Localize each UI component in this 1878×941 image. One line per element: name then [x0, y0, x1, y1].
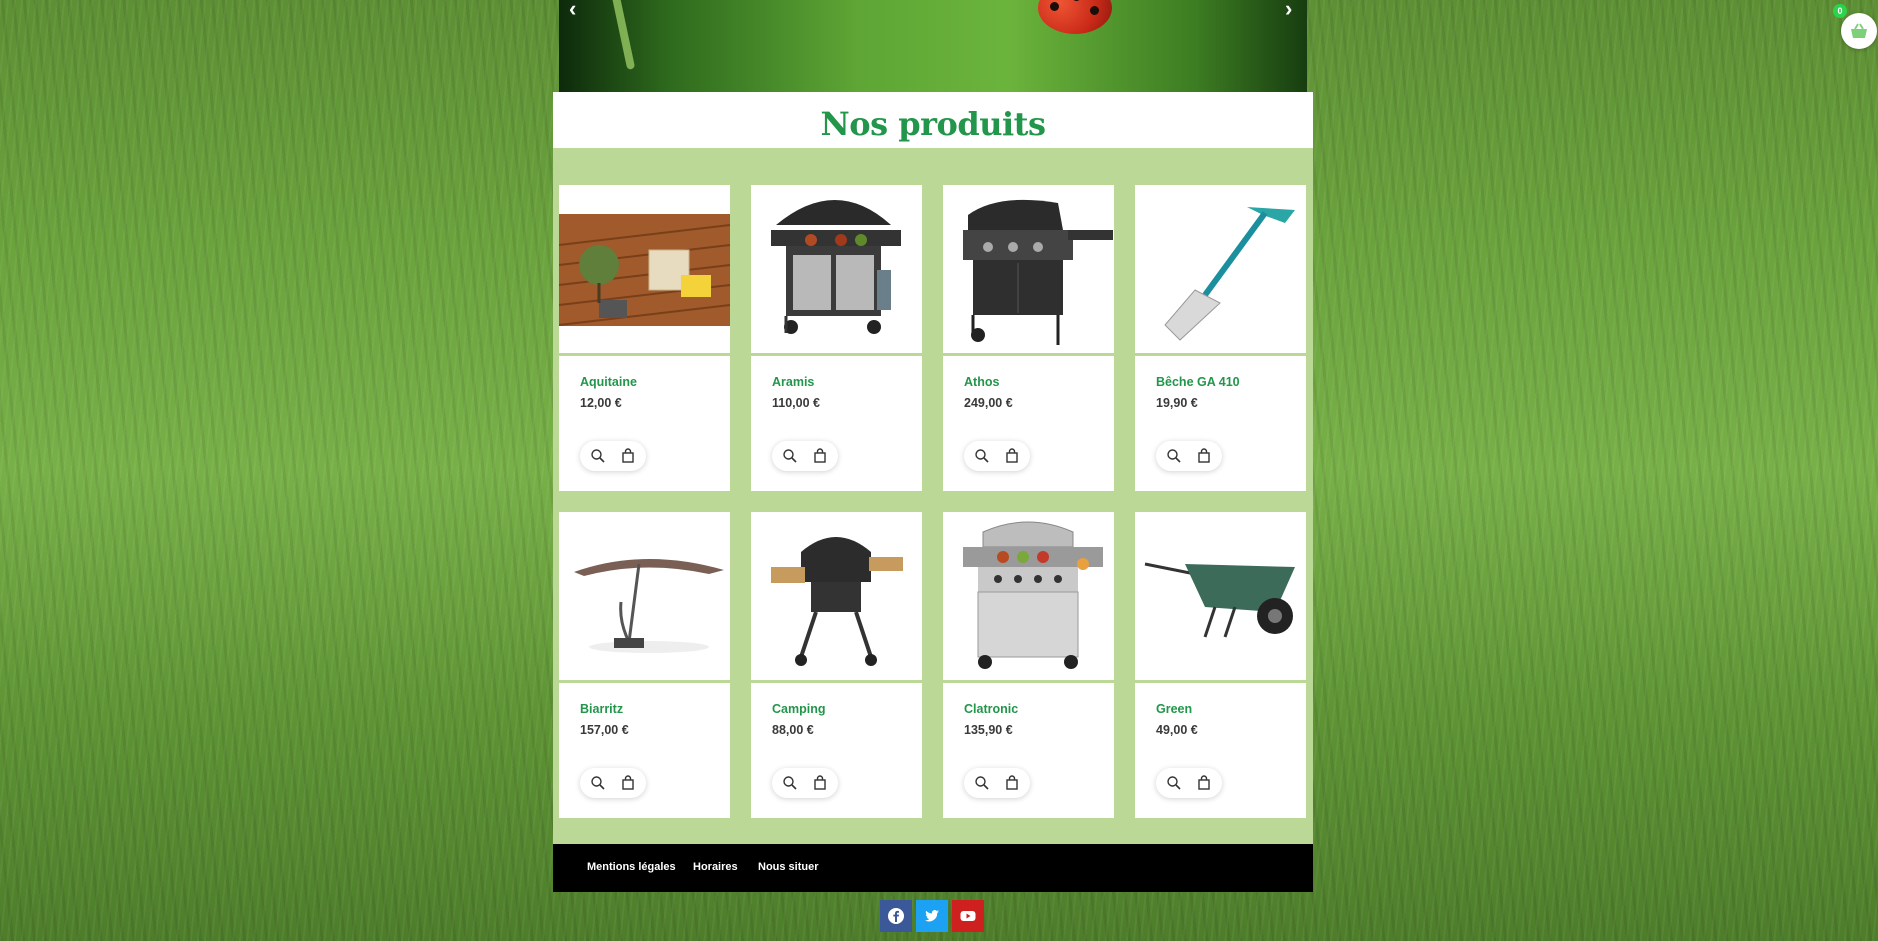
- product-name[interactable]: Aquitaine: [580, 375, 637, 389]
- footer-link-horaires[interactable]: Horaires: [693, 861, 738, 873]
- product-image[interactable]: [751, 185, 922, 353]
- product-image[interactable]: [559, 185, 730, 353]
- product-price: 135,90 €: [964, 723, 1013, 737]
- grass-blade-decoration: [610, 0, 636, 70]
- product-image[interactable]: [1135, 512, 1306, 680]
- product-price: 157,00 €: [580, 723, 629, 737]
- product-name[interactable]: Aramis: [772, 375, 814, 389]
- product-price: 88,00 €: [772, 723, 814, 737]
- slider-next-icon[interactable]: ›: [1285, 0, 1292, 22]
- main-page: ‹ › Nos produits Aquitaine 12,00 € Arami…: [553, 0, 1313, 892]
- product-actions: [772, 441, 838, 471]
- card-divider: [943, 353, 1114, 356]
- product-card-green[interactable]: Green 49,00 €: [1135, 512, 1306, 818]
- product-name[interactable]: Bêche GA 410: [1156, 375, 1240, 389]
- product-name[interactable]: Green: [1156, 702, 1192, 716]
- card-divider: [1135, 680, 1306, 683]
- product-name[interactable]: Athos: [964, 375, 999, 389]
- product-price: 49,00 €: [1156, 723, 1198, 737]
- product-price: 19,90 €: [1156, 396, 1198, 410]
- product-card-biarritz[interactable]: Biarritz 157,00 €: [559, 512, 730, 818]
- product-actions: [964, 768, 1030, 798]
- ladybug-image: [1038, 0, 1112, 34]
- quick-view-search-icon[interactable]: [1166, 775, 1182, 791]
- product-card-aramis[interactable]: Aramis 110,00 €: [751, 185, 922, 491]
- product-card-athos[interactable]: Athos 249,00 €: [943, 185, 1114, 491]
- card-divider: [751, 353, 922, 356]
- product-actions: [1156, 441, 1222, 471]
- card-divider: [1135, 353, 1306, 356]
- product-card-camping[interactable]: Camping 88,00 €: [751, 512, 922, 818]
- hero-slider[interactable]: ‹ ›: [559, 0, 1307, 92]
- product-image[interactable]: [559, 512, 730, 680]
- footer-link-mentions-legales[interactable]: Mentions légales: [587, 861, 676, 873]
- add-to-cart-bag-icon[interactable]: [812, 775, 828, 791]
- add-to-cart-bag-icon[interactable]: [1196, 775, 1212, 791]
- product-price: 249,00 €: [964, 396, 1013, 410]
- add-to-cart-bag-icon[interactable]: [620, 775, 636, 791]
- product-image[interactable]: [943, 185, 1114, 353]
- product-name[interactable]: Camping: [772, 702, 825, 716]
- quick-view-search-icon[interactable]: [590, 775, 606, 791]
- slider-prev-icon[interactable]: ‹: [569, 0, 576, 22]
- cart-count-badge: 0: [1833, 4, 1847, 18]
- add-to-cart-bag-icon[interactable]: [1004, 775, 1020, 791]
- product-name[interactable]: Clatronic: [964, 702, 1018, 716]
- product-image[interactable]: [943, 512, 1114, 680]
- product-image[interactable]: [1135, 185, 1306, 353]
- product-actions: [772, 768, 838, 798]
- product-card-beche-ga-410[interactable]: Bêche GA 410 19,90 €: [1135, 185, 1306, 491]
- add-to-cart-bag-icon[interactable]: [1004, 448, 1020, 464]
- quick-view-search-icon[interactable]: [590, 448, 606, 464]
- product-price: 12,00 €: [580, 396, 622, 410]
- footer-nav: Mentions légales Horaires Nous situer: [553, 844, 1313, 892]
- add-to-cart-bag-icon[interactable]: [812, 448, 828, 464]
- add-to-cart-bag-icon[interactable]: [620, 448, 636, 464]
- add-to-cart-bag-icon[interactable]: [1196, 448, 1212, 464]
- floating-cart-button[interactable]: [1841, 13, 1877, 49]
- quick-view-search-icon[interactable]: [1166, 448, 1182, 464]
- quick-view-search-icon[interactable]: [782, 775, 798, 791]
- product-actions: [580, 441, 646, 471]
- product-actions: [964, 441, 1030, 471]
- quick-view-search-icon[interactable]: [974, 448, 990, 464]
- youtube-icon[interactable]: [952, 900, 984, 932]
- quick-view-search-icon[interactable]: [782, 448, 798, 464]
- card-divider: [751, 680, 922, 683]
- card-divider: [943, 680, 1114, 683]
- product-image[interactable]: [751, 512, 922, 680]
- footer-link-nous-situer[interactable]: Nous situer: [758, 861, 819, 873]
- quick-view-search-icon[interactable]: [974, 775, 990, 791]
- product-card-aquitaine[interactable]: Aquitaine 12,00 €: [559, 185, 730, 491]
- product-name[interactable]: Biarritz: [580, 702, 623, 716]
- product-actions: [1156, 768, 1222, 798]
- product-price: 110,00 €: [772, 396, 820, 410]
- page-title: Nos produits: [553, 92, 1313, 148]
- twitter-icon[interactable]: [916, 900, 948, 932]
- card-divider: [559, 353, 730, 356]
- product-actions: [580, 768, 646, 798]
- product-grid: Aquitaine 12,00 € Aramis 110,00 € Athos …: [553, 148, 1313, 844]
- card-divider: [559, 680, 730, 683]
- facebook-icon[interactable]: [880, 900, 912, 932]
- product-card-clatronic[interactable]: Clatronic 135,90 €: [943, 512, 1114, 818]
- basket-icon: [1851, 23, 1867, 38]
